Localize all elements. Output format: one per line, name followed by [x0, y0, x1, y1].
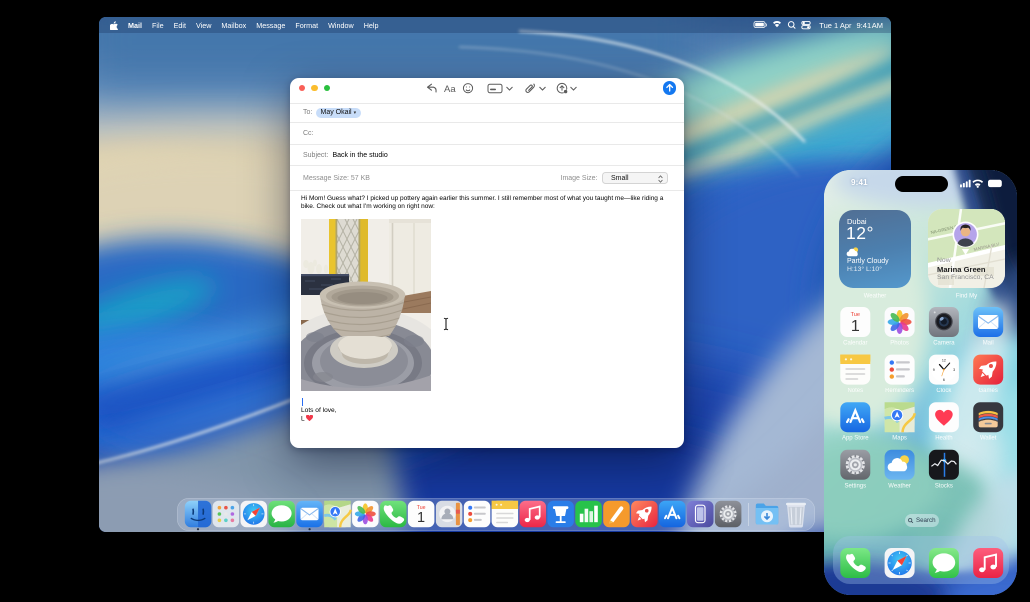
- svg-text:App Store: App Store: [842, 436, 869, 442]
- svg-text:3: 3: [953, 368, 955, 372]
- svg-text:Weather: Weather: [888, 483, 911, 489]
- svg-text:Wallet: Wallet: [980, 436, 997, 442]
- svg-text:Reminders: Reminders: [885, 388, 914, 394]
- svg-text:Weather: Weather: [864, 294, 887, 300]
- svg-text:Maps: Maps: [892, 436, 907, 442]
- svg-text:Mail: Mail: [983, 341, 994, 347]
- svg-text:6: 6: [943, 378, 945, 382]
- svg-text:Photos: Photos: [890, 341, 909, 347]
- svg-text:Camera: Camera: [933, 341, 955, 347]
- svg-text:Games: Games: [979, 388, 998, 394]
- svg-text:Notes: Notes: [847, 388, 863, 394]
- svg-text:Find My: Find My: [956, 294, 977, 300]
- svg-text:Clock: Clock: [936, 388, 952, 394]
- svg-text:12: 12: [942, 358, 946, 362]
- svg-text:Stocks: Stocks: [935, 483, 953, 489]
- svg-text:Settings: Settings: [844, 483, 866, 489]
- svg-text:Aa: Aa: [444, 84, 456, 95]
- svg-text:1: 1: [851, 318, 860, 335]
- svg-text:9: 9: [933, 368, 935, 372]
- svg-text:Calendar: Calendar: [843, 341, 867, 347]
- svg-text:1: 1: [417, 510, 425, 526]
- svg-text:Health: Health: [935, 436, 952, 442]
